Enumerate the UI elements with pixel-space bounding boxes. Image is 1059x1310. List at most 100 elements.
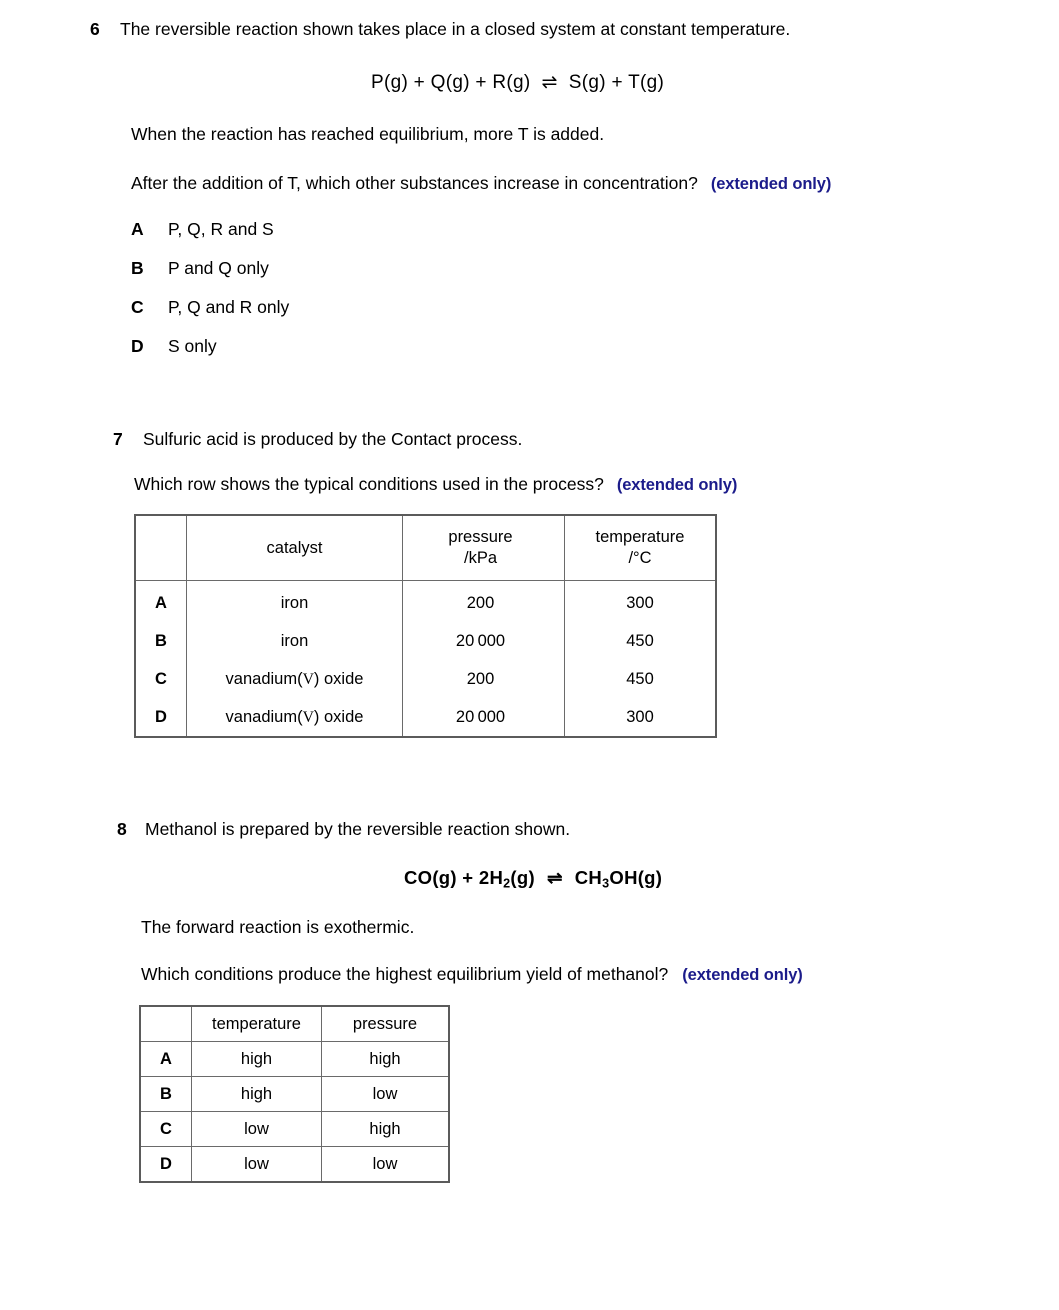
option-d-text: S only — [168, 336, 217, 356]
option-a-letter: A — [131, 219, 144, 239]
question-6-options: A P, Q, R and S B P and Q only C P, Q an… — [131, 219, 1059, 375]
question-6-line3: After the addition of T, which other sub… — [131, 172, 1059, 195]
question-8-number: 8 — [117, 819, 127, 839]
row-temperature: low — [191, 1111, 322, 1147]
row-temperature: 300 — [626, 593, 654, 612]
table-header-row: temperature pressure — [139, 1005, 450, 1042]
question-6: 6 The reversible reaction shown takes pl… — [0, 18, 1059, 375]
question-8-equation: CO(g) + 2H2(g) ⇌ CH3OH(g) — [404, 867, 1059, 891]
question-6-line3-text: After the addition of T, which other sub… — [131, 173, 698, 193]
row-key: C — [139, 1111, 192, 1147]
question-6-equation: P(g) + Q(g) + R(g) ⇌ S(g) + T(g) — [371, 71, 1059, 94]
table-row[interactable]: C low high — [139, 1111, 450, 1147]
table-header-row: catalyst pressure /kPa temperature /°C — [135, 515, 716, 581]
equation-8-left-b: (g) — [510, 867, 535, 888]
row-key: D — [135, 698, 187, 737]
row-key: A — [139, 1041, 192, 1077]
question-8-conditions-table: temperature pressure A high high B high … — [139, 1005, 450, 1183]
row-catalyst: vanadium(V) oxide — [186, 698, 403, 737]
header-temperature-line1: temperature — [595, 528, 685, 546]
table-row[interactable]: B high low — [139, 1076, 450, 1112]
equation-6-right: S(g) + T(g) — [568, 72, 665, 93]
catalyst-roman: V — [302, 708, 314, 726]
question-8-stem-line: 8 Methanol is prepared by the reversible… — [0, 818, 1059, 840]
row-temperature: 450 — [626, 631, 654, 650]
table-row[interactable]: A iron 200 300 — [135, 580, 716, 622]
question-7: 7 Sulfuric acid is produced by the Conta… — [0, 428, 1059, 496]
question-8-line3-text: Which conditions produce the highest equ… — [141, 963, 669, 984]
question-7-stem-line: 7 Sulfuric acid is produced by the Conta… — [0, 428, 1059, 450]
row-temperature: 300 — [626, 707, 654, 726]
row-temperature: high — [191, 1076, 322, 1112]
option-c-letter: C — [131, 297, 144, 317]
option-c[interactable]: C P, Q and R only — [131, 297, 1059, 336]
option-a-text: P, Q, R and S — [168, 219, 274, 239]
header-pressure: pressure — [321, 1005, 450, 1042]
table-row[interactable]: A high high — [139, 1041, 450, 1077]
header-catalyst: catalyst — [186, 515, 403, 581]
equilibrium-arrow-icon: ⇌ — [546, 867, 563, 888]
catalyst-post: ) oxide — [313, 669, 364, 688]
table-row[interactable]: B iron 20 000 450 — [135, 622, 716, 660]
row-pressure: low — [321, 1076, 450, 1112]
equilibrium-arrow-icon: ⇌ — [541, 72, 558, 93]
row-key: B — [135, 622, 187, 660]
question-8-extended-tag: (extended only) — [682, 965, 803, 984]
header-pressure-line2: /kPa — [463, 549, 498, 567]
option-b-letter: B — [131, 258, 144, 278]
option-c-text: P, Q and R only — [168, 297, 290, 317]
row-temperature: low — [191, 1146, 322, 1183]
question-8-stem-text: Methanol is prepared by the reversible r… — [145, 819, 571, 839]
exam-page: 6 The reversible reaction shown takes pl… — [0, 0, 1059, 1310]
equation-8-left-a: CO(g) + 2H — [404, 867, 504, 888]
row-key: D — [139, 1146, 192, 1183]
header-temperature-line2: /°C — [628, 549, 652, 567]
row-key: A — [135, 580, 187, 622]
equation-6-left: P(g) + Q(g) + R(g) — [371, 72, 531, 93]
header-key — [135, 515, 187, 581]
table-row[interactable]: D vanadium(V) oxide 20 000 300 — [135, 698, 716, 737]
option-b-text: P and Q only — [168, 258, 269, 278]
row-key: C — [135, 660, 187, 698]
question-6-extended-tag: (extended only) — [710, 175, 832, 193]
question-8: 8 Methanol is prepared by the reversible… — [0, 818, 1059, 986]
question-7-conditions-table: catalyst pressure /kPa temperature /°C A… — [134, 514, 717, 738]
equation-8-right-a: CH — [574, 867, 603, 888]
row-key: B — [139, 1076, 192, 1112]
row-pressure: 200 — [402, 580, 565, 622]
row-catalyst: iron — [186, 622, 403, 660]
row-pressure: 20 000 — [402, 698, 565, 737]
option-d[interactable]: D S only — [131, 336, 1059, 375]
question-7-stem-text: Sulfuric acid is produced by the Contact… — [143, 429, 523, 449]
catalyst-post: ) oxide — [313, 707, 364, 726]
question-7-number: 7 — [113, 429, 123, 449]
catalyst-roman: V — [302, 670, 314, 688]
row-temperature: 450 — [626, 669, 654, 688]
question-8-line3: Which conditions produce the highest equ… — [141, 963, 1059, 986]
question-6-stem-text: The reversible reaction shown takes plac… — [120, 19, 791, 39]
equation-8-right-b: OH(g) — [609, 867, 663, 888]
row-catalyst: iron — [186, 580, 403, 622]
question-7-line2: Which row shows the typical conditions u… — [134, 473, 1059, 496]
question-6-line2: When the reaction has reached equilibriu… — [131, 124, 605, 144]
header-pressure-line1: pressure — [448, 528, 513, 546]
table-row[interactable]: D low low — [139, 1146, 450, 1183]
question-7-extended-tag: (extended only) — [616, 476, 738, 494]
header-pressure: pressure /kPa — [402, 515, 565, 581]
header-temperature: temperature — [191, 1005, 322, 1042]
row-pressure: low — [321, 1146, 450, 1183]
option-d-letter: D — [131, 336, 144, 356]
header-key — [139, 1005, 192, 1042]
catalyst-pre: vanadium( — [225, 669, 303, 688]
catalyst-pre: iron — [280, 593, 309, 612]
option-a[interactable]: A P, Q, R and S — [131, 219, 1059, 258]
row-catalyst: vanadium(V) oxide — [186, 660, 403, 698]
question-7-line2-text: Which row shows the typical conditions u… — [134, 474, 604, 494]
row-pressure: 20 000 — [402, 622, 565, 660]
header-temperature: temperature /°C — [564, 515, 716, 581]
row-pressure: high — [321, 1041, 450, 1077]
question-6-number: 6 — [90, 19, 100, 39]
option-b[interactable]: B P and Q only — [131, 258, 1059, 297]
question-6-stem-line: 6 The reversible reaction shown takes pl… — [0, 18, 1059, 40]
table-row[interactable]: C vanadium(V) oxide 200 450 — [135, 660, 716, 698]
